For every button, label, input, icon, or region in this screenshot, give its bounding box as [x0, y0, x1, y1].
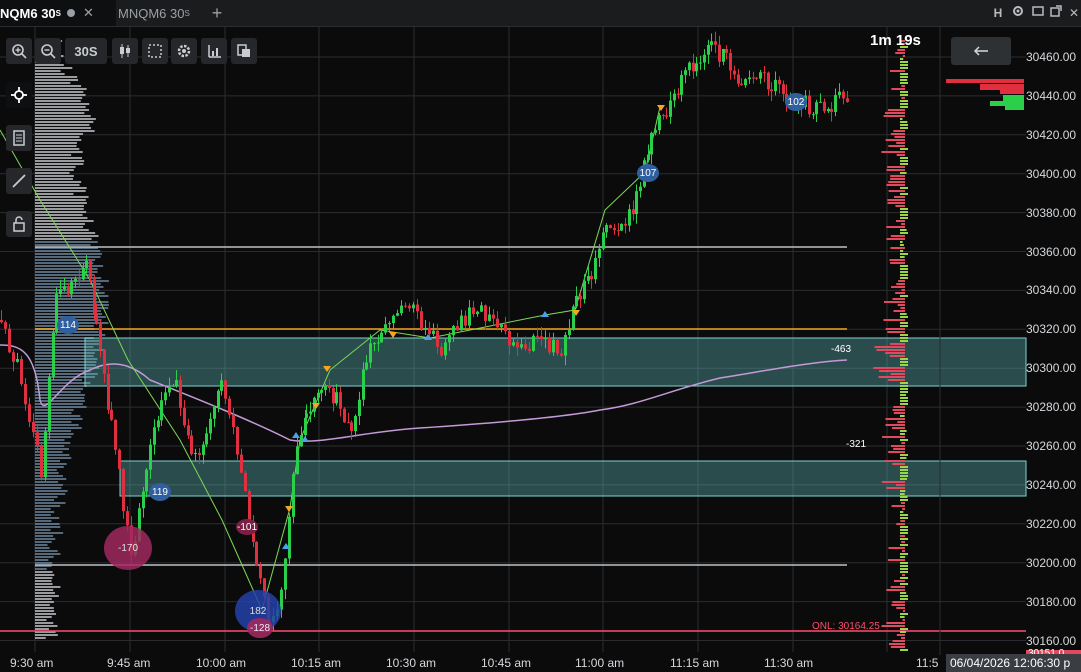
tab-mnqm6[interactable]: MNQM6 30 S	[118, 0, 210, 26]
time-tick-label: 11:15 am	[670, 656, 719, 670]
price-tick-label: 30460.00	[1026, 50, 1081, 64]
price-tick-label: 30300.00	[1026, 361, 1081, 375]
select-button[interactable]	[142, 38, 168, 64]
tab-interval-unit: S	[184, 9, 189, 18]
lock-button[interactable]	[6, 211, 32, 237]
candles-icon	[118, 43, 132, 59]
price-tick-label: 30360.00	[1026, 245, 1081, 259]
back-arrow-icon	[973, 45, 989, 57]
lock-icon	[12, 216, 26, 232]
delta-bubble: -101	[236, 519, 258, 535]
tab-symbol: MNQM6	[118, 6, 166, 21]
price-tick-label: 30220.00	[1026, 517, 1081, 531]
interval-button[interactable]: 30S	[65, 38, 107, 64]
tab-symbol: NQM6	[0, 6, 38, 21]
settings-button[interactable]	[171, 38, 197, 64]
add-tab-button[interactable]: +	[208, 3, 226, 23]
time-tick-label: 9:45 am	[107, 656, 150, 670]
zoom-out-icon	[40, 43, 56, 59]
zone-upper	[85, 338, 1026, 386]
settings-gear-icon[interactable]	[1010, 4, 1026, 22]
time-tick-label: 10:30 am	[386, 656, 436, 670]
crosshair-icon	[10, 86, 28, 104]
price-tick-label: 30160.00	[1026, 634, 1081, 648]
delta-label: -463	[831, 344, 851, 355]
price-tick-label: 30380.00	[1026, 206, 1081, 220]
price-tick-label: 30400.00	[1026, 167, 1081, 181]
bar-countdown-timer: 1m 19s	[870, 32, 921, 49]
delta-bubble: 107	[637, 164, 659, 182]
tab-interval: 30	[170, 6, 184, 21]
time-tick-label: 11:5	[916, 656, 938, 670]
price-tick-label: 30420.00	[1026, 128, 1081, 142]
zoom-in-button[interactable]	[6, 38, 32, 64]
time-tick-label: 11:00 am	[575, 656, 624, 670]
price-tick-label: 30340.00	[1026, 283, 1081, 297]
gear-icon	[176, 43, 192, 59]
zoom-in-icon	[11, 43, 27, 59]
price-tick-label: 30240.00	[1026, 478, 1081, 492]
tab-interval-unit: S	[56, 9, 61, 18]
onl-label: ONL: 30164.25	[812, 621, 880, 632]
tab-interval: 30	[41, 6, 55, 21]
notes-button[interactable]	[6, 125, 32, 151]
select-box-icon	[147, 43, 163, 59]
delta-bubble: 114	[57, 316, 79, 334]
note-icon	[12, 130, 26, 146]
crosshair-button[interactable]	[6, 82, 32, 108]
close-window-icon[interactable]: ✕	[1066, 4, 1081, 22]
zone-lower	[120, 461, 1026, 496]
time-tick-label: 10:00 am	[196, 656, 246, 670]
bar-stats-icon	[206, 43, 222, 59]
delta-bubble: 119	[149, 483, 171, 501]
datetime-readout: 06/04/2026 12:06:30 p	[946, 654, 1081, 672]
time-tick-label: 10:45 am	[481, 656, 531, 670]
stats-button[interactable]	[201, 38, 227, 64]
tab-bar: NQM6 30 S ✕ MNQM6 30 S + H ✕	[0, 0, 1081, 27]
price-tick-label: 30260.00	[1026, 439, 1081, 453]
close-icon[interactable]: ✕	[83, 5, 94, 21]
popout-icon[interactable]	[1048, 4, 1064, 22]
copy-icon	[236, 43, 252, 59]
delta-bubble: -170	[104, 526, 152, 570]
time-tick-label: 10:15 am	[291, 656, 341, 670]
window-icon[interactable]	[1030, 4, 1046, 22]
tab-nqm6[interactable]: NQM6 30 S ✕	[0, 0, 116, 26]
draw-line-button[interactable]	[6, 168, 32, 194]
price-chart[interactable]	[0, 27, 1081, 672]
time-tick-label: 9:30 am	[10, 656, 53, 670]
back-button[interactable]	[951, 37, 1011, 65]
price-tick-label: 30200.00	[1026, 556, 1081, 570]
time-tick-label: 11:30 am	[764, 656, 813, 670]
zoom-out-button[interactable]	[35, 38, 61, 64]
line-draw-icon	[11, 173, 27, 189]
price-tick-label: 30440.00	[1026, 89, 1081, 103]
price-tick-label: 30180.00	[1026, 595, 1081, 609]
price-tick-label: 30320.00	[1026, 322, 1081, 336]
delta-bubble: -128	[247, 618, 273, 638]
delta-label: -321	[846, 439, 866, 450]
price-tick-label: 30280.00	[1026, 400, 1081, 414]
hide-button[interactable]: H	[990, 4, 1006, 22]
chart-type-button[interactable]	[112, 38, 138, 64]
copy-button[interactable]	[231, 38, 257, 64]
delta-bubble: 102	[785, 93, 807, 111]
dom-bars	[946, 79, 1024, 110]
unsaved-dot-icon	[67, 9, 75, 17]
